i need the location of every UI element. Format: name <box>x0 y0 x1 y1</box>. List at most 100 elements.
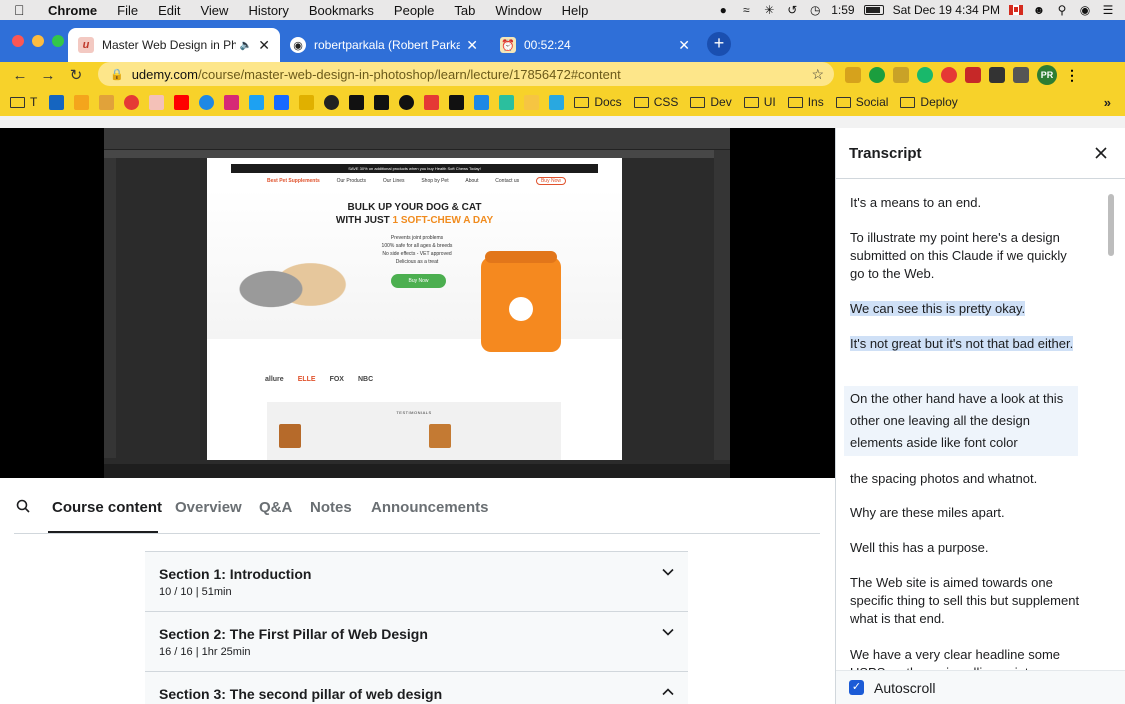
bluetooth-icon[interactable]: ✳ <box>762 3 776 17</box>
transcript-cue[interactable]: the spacing photos and whatnot. <box>850 470 1082 488</box>
bookmark-folder-social[interactable]: Social <box>835 95 888 109</box>
profile-avatar[interactable]: PR <box>1037 65 1057 85</box>
bookmark-icon[interactable] <box>449 94 465 110</box>
menu-window[interactable]: Window <box>495 3 541 18</box>
transcript-cue-selected[interactable]: We can see this is pretty okay. <box>850 300 1082 318</box>
bookmark-icon[interactable] <box>124 94 140 110</box>
grammarly-extension-icon[interactable] <box>917 67 933 83</box>
shield-bookmark-icon[interactable] <box>49 94 65 110</box>
tab-timer[interactable]: ⏰ 00:52:24 ✕ <box>490 28 700 62</box>
spotlight-search-icon[interactable]: ⚲ <box>1055 3 1069 17</box>
lock-icon[interactable]: 🔒 <box>110 68 124 81</box>
section-accordion[interactable]: Section 3: The second pillar of web desi… <box>145 671 688 704</box>
transcript-scrollbar[interactable] <box>1107 180 1115 670</box>
close-window-icon[interactable] <box>12 35 24 47</box>
bug-extension-icon[interactable] <box>845 67 861 83</box>
tab-notes[interactable]: Notes <box>310 499 352 516</box>
menu-people[interactable]: People <box>394 3 434 18</box>
menu-bookmarks[interactable]: Bookmarks <box>309 3 374 18</box>
reload-icon[interactable]: ↻ <box>62 66 90 84</box>
bookmark-folder-t[interactable]: T <box>30 95 37 109</box>
close-tab-icon[interactable]: ✕ <box>678 37 690 54</box>
menu-history[interactable]: History <box>248 3 288 18</box>
bookmark-folder-ins[interactable]: Ins <box>787 95 824 109</box>
chevron-down-icon[interactable] <box>662 566 674 578</box>
menu-help[interactable]: Help <box>562 3 589 18</box>
puzzle-extensions-icon[interactable] <box>989 67 1005 83</box>
bookmark-icon[interactable] <box>299 94 315 110</box>
color-extension-icon[interactable] <box>869 67 885 83</box>
address-bar[interactable]: 🔒 udemy.com/course/master-web-design-in-… <box>98 62 834 86</box>
minimize-window-icon[interactable] <box>32 35 44 47</box>
messenger-bookmark-icon[interactable] <box>199 94 215 110</box>
instagram-bookmark-icon[interactable] <box>224 94 240 110</box>
tab-qa[interactable]: Q&A <box>259 499 292 516</box>
behance-bookmark-icon[interactable] <box>274 94 290 110</box>
close-tab-icon[interactable]: ✕ <box>258 37 270 54</box>
bookmark-folder-ui[interactable]: UI <box>743 95 776 109</box>
creative-cloud-icon[interactable]: ● <box>716 3 730 17</box>
bookmark-icon[interactable] <box>499 94 515 110</box>
transcript-cue[interactable]: The Web site is aimed towards one specif… <box>850 574 1082 628</box>
menu-edit[interactable]: Edit <box>158 3 180 18</box>
scrollbar-thumb[interactable] <box>1108 194 1114 256</box>
transcript-cue[interactable]: To illustrate my point here's a design s… <box>850 229 1082 283</box>
github-bookmark-icon[interactable] <box>324 94 340 110</box>
bookmark-folder-docs[interactable]: Docs <box>574 95 622 109</box>
bookmark-folder-dev[interactable]: Dev <box>690 95 732 109</box>
menubar-datetime[interactable]: Sat Dec 19 4:34 PM <box>893 3 1000 17</box>
video-player[interactable]: SAVE 30% on additional products when you… <box>0 128 835 478</box>
forward-arrow-icon[interactable]: → <box>34 67 62 84</box>
close-icon[interactable] <box>1094 146 1108 160</box>
dev-bookmark-icon[interactable] <box>374 94 390 110</box>
bookmark-icon[interactable] <box>424 94 440 110</box>
wifi-icon[interactable]: ≈ <box>739 3 753 17</box>
reading-list-icon[interactable] <box>1013 67 1029 83</box>
transcript-cue[interactable]: It's a means to an end. <box>850 194 1082 212</box>
siri-icon[interactable]: ◉ <box>1078 3 1092 17</box>
menu-file[interactable]: File <box>117 3 138 18</box>
back-arrow-icon[interactable]: ← <box>6 67 34 84</box>
chrome-menu-icon[interactable]: ⋮ <box>1065 67 1079 84</box>
bookmark-icon[interactable] <box>399 94 415 110</box>
bookmark-icon[interactable] <box>549 94 565 110</box>
adblock-extension-icon[interactable] <box>941 67 957 83</box>
udemy-bookmark-icon[interactable] <box>149 94 165 110</box>
menu-view[interactable]: View <box>200 3 228 18</box>
chevron-down-icon[interactable] <box>662 626 674 638</box>
battery-time[interactable]: 1:59 <box>831 3 854 17</box>
bookmark-icon[interactable] <box>474 94 490 110</box>
menu-app-chrome[interactable]: Chrome <box>48 3 97 18</box>
youtube-bookmark-icon[interactable] <box>174 94 190 110</box>
clock-icon[interactable]: ◷ <box>808 3 822 17</box>
section-accordion[interactable]: Section 1: Introduction 10 / 10 | 51min <box>145 551 688 611</box>
canada-flag-icon[interactable] <box>1009 5 1023 15</box>
control-center-icon[interactable]: ☰ <box>1101 3 1115 17</box>
zoom-window-icon[interactable] <box>52 35 64 47</box>
bookmark-folder-css[interactable]: CSS <box>633 95 678 109</box>
new-tab-button[interactable]: + <box>707 32 731 56</box>
dropper-extension-icon[interactable] <box>893 67 909 83</box>
bookmark-folder-deploy[interactable]: Deploy <box>900 95 958 109</box>
bookmark-icon[interactable] <box>74 94 90 110</box>
autoscroll-checkbox[interactable]: ✓ <box>849 680 864 695</box>
more-bookmarks-icon[interactable]: » <box>1104 95 1111 110</box>
tab-announcements[interactable]: Announcements <box>371 499 489 516</box>
bookmark-icon[interactable] <box>524 94 540 110</box>
bookmark-star-icon[interactable]: ☆ <box>811 66 824 83</box>
apple-icon[interactable]:  <box>14 2 30 18</box>
user-icon[interactable]: ☻ <box>1032 3 1046 17</box>
battery-icon[interactable] <box>863 5 884 15</box>
tab-github[interactable]: ◉ robertparkala (Robert Parkala) ✕ <box>280 28 488 62</box>
tab-udemy[interactable]: u Master Web Design in Phot 🔈 ✕ <box>68 28 280 62</box>
transcript-cue-active[interactable]: On the other hand have a look at this ot… <box>844 386 1078 456</box>
transcript-cue[interactable]: We have a very clear headline some USPS … <box>850 646 1082 670</box>
grid-extension-icon[interactable] <box>965 67 981 83</box>
menu-tab[interactable]: Tab <box>454 3 475 18</box>
transcript-cue[interactable]: Why are these miles apart. <box>850 504 1082 522</box>
transcript-cue[interactable]: Well this has a purpose. <box>850 539 1082 557</box>
tab-course-content[interactable]: Course content <box>52 499 162 516</box>
time-machine-icon[interactable]: ↺ <box>785 3 799 17</box>
twitter-bookmark-icon[interactable] <box>249 94 265 110</box>
section-accordion[interactable]: Section 2: The First Pillar of Web Desig… <box>145 611 688 671</box>
